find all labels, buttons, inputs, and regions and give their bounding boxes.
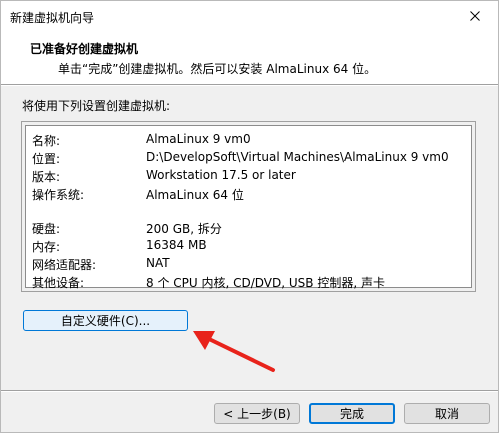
settings-key: 网络适配器: bbox=[32, 258, 97, 272]
settings-value: NAT bbox=[146, 256, 170, 270]
settings-lead-text: 将使用下列设置创建虚拟机: bbox=[22, 99, 171, 113]
settings-summary-list[interactable]: 名称: AlmaLinux 9 vm0 位置: D:\DevelopSoft\V… bbox=[25, 125, 472, 290]
settings-row: 名称: AlmaLinux 9 vm0 bbox=[26, 132, 471, 148]
settings-key: 操作系统: bbox=[32, 188, 85, 202]
window-title: 新建虚拟机向导 bbox=[10, 11, 95, 25]
settings-value: Workstation 17.5 or later bbox=[146, 168, 296, 182]
settings-key: 硬盘: bbox=[32, 222, 61, 236]
cancel-button[interactable]: 取消 bbox=[404, 403, 490, 424]
settings-key: 其他设备: bbox=[32, 276, 85, 290]
settings-row: 内存: 16384 MB bbox=[26, 238, 471, 254]
settings-row: 操作系统: AlmaLinux 64 位 bbox=[26, 186, 471, 202]
close-button[interactable] bbox=[452, 1, 498, 31]
wizard-header: 已准备好创建虚拟机 单击“完成”创建虚拟机。然后可以安装 AlmaLinux 6… bbox=[1, 31, 498, 84]
finish-button[interactable]: 完成 bbox=[309, 403, 395, 424]
header-subtitle: 单击“完成”创建虚拟机。然后可以安装 AlmaLinux 64 位。 bbox=[58, 62, 377, 76]
settings-value: 200 GB, 拆分 bbox=[146, 222, 222, 236]
settings-value: AlmaLinux 64 位 bbox=[146, 188, 244, 202]
settings-key: 内存: bbox=[32, 240, 61, 254]
title-bar: 新建虚拟机向导 bbox=[1, 1, 498, 31]
settings-value: D:\DevelopSoft\Virtual Machines\AlmaLinu… bbox=[146, 150, 449, 164]
settings-summary-box: 名称: AlmaLinux 9 vm0 位置: D:\DevelopSoft\V… bbox=[21, 121, 476, 292]
settings-row: 版本: Workstation 17.5 or later bbox=[26, 168, 471, 184]
footer-divider-highlight bbox=[1, 391, 498, 392]
customize-hardware-button[interactable]: 自定义硬件(C)... bbox=[23, 310, 188, 331]
header-divider-highlight bbox=[1, 85, 498, 86]
settings-key: 版本: bbox=[32, 170, 61, 184]
settings-value: 16384 MB bbox=[146, 238, 207, 252]
header-title: 已准备好创建虚拟机 bbox=[30, 42, 139, 56]
settings-row: 位置: D:\DevelopSoft\Virtual Machines\Alma… bbox=[26, 150, 471, 166]
back-button[interactable]: < 上一步(B) bbox=[214, 403, 300, 424]
settings-value: 8 个 CPU 内核, CD/DVD, USB 控制器, 声卡 bbox=[146, 276, 385, 290]
close-icon bbox=[470, 11, 480, 21]
settings-key: 位置: bbox=[32, 152, 61, 166]
wizard-window: 新建虚拟机向导 已准备好创建虚拟机 单击“完成”创建虚拟机。然后可以安装 Alm… bbox=[0, 0, 499, 433]
settings-row: 硬盘: 200 GB, 拆分 bbox=[26, 220, 471, 236]
settings-value: AlmaLinux 9 vm0 bbox=[146, 132, 251, 146]
settings-row: 其他设备: 8 个 CPU 内核, CD/DVD, USB 控制器, 声卡 bbox=[26, 274, 471, 290]
annotation-arrow bbox=[193, 331, 275, 372]
settings-key: 名称: bbox=[32, 134, 61, 148]
settings-row: 网络适配器: NAT bbox=[26, 256, 471, 272]
